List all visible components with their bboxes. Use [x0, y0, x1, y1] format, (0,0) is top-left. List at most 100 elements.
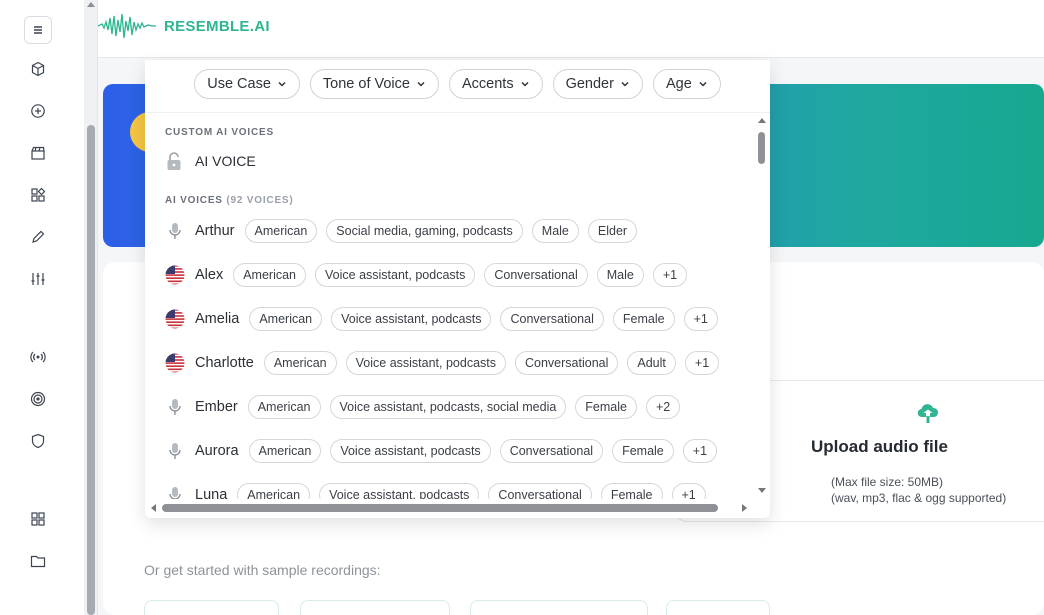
ai-voices-count: (92 VOICES) — [226, 195, 294, 206]
scroll-up-arrow-icon[interactable] — [758, 118, 766, 123]
grid-icon[interactable] — [24, 505, 52, 533]
more-tags-badge[interactable]: +1 — [671, 483, 706, 499]
cube-icon[interactable] — [24, 55, 52, 83]
voice-tag: Female — [612, 439, 674, 463]
sample-chip[interactable] — [470, 600, 648, 615]
voice-tag: Female — [575, 395, 637, 419]
left-nav-rail — [0, 0, 84, 615]
voice-tag: Voice assistant, podcasts — [330, 439, 491, 463]
us-flag-icon — [165, 353, 185, 373]
voice-tag: Voice assistant, podcasts — [319, 483, 480, 499]
voice-tag: Voice assistant, podcasts — [345, 351, 506, 375]
filter-bar: Use Case Tone of Voice Accents Gender Ag… — [145, 60, 770, 113]
filter-gender[interactable]: Gender — [552, 69, 643, 99]
microphone-icon — [165, 485, 185, 499]
voice-row-alex[interactable]: Alex American Voice assistant, podcasts Con… — [165, 261, 696, 289]
voice-tag: American — [263, 351, 337, 375]
shield-icon[interactable] — [24, 427, 52, 455]
pencil-icon[interactable] — [24, 223, 52, 251]
more-tags-badge[interactable]: +1 — [683, 307, 718, 331]
sample-chip[interactable] — [300, 600, 450, 615]
voice-name: Luna — [195, 487, 228, 499]
ai-voices-label: AI VOICES — [165, 195, 223, 206]
voice-row-aurora[interactable]: Aurora American Voice assistant, podcasts C… — [165, 437, 726, 465]
voice-name: Arthur — [195, 223, 235, 239]
sample-chip[interactable] — [144, 600, 279, 615]
hscroll-thumb[interactable] — [162, 504, 718, 512]
voice-name: Amelia — [195, 311, 240, 327]
chevron-down-icon — [278, 81, 286, 87]
custom-voices-heading: CUSTOM AI VOICES — [165, 127, 274, 138]
chevron-down-icon — [417, 81, 425, 87]
voice-tag: Voice assistant, podcasts, social media — [329, 395, 567, 419]
voice-tag: American — [237, 483, 311, 499]
filter-label: Use Case — [207, 76, 271, 92]
microphone-icon — [165, 397, 185, 417]
voice-tag: Male — [596, 263, 644, 287]
voice-tag: Adult — [627, 351, 676, 375]
voice-picker-dropdown: Use Case Tone of Voice Accents Gender Ag… — [145, 60, 770, 518]
broadcast-icon[interactable] — [24, 343, 52, 371]
voice-row-luna[interactable]: Luna American Voice assistant, podcasts Con… — [165, 481, 715, 499]
plus-circle-icon[interactable] — [24, 97, 52, 125]
voice-list: CUSTOM AI VOICES AI VOICE AI VOICES (92 … — [145, 114, 757, 499]
voice-tag: Male — [531, 219, 579, 243]
more-tags-badge[interactable]: +1 — [652, 263, 688, 287]
filter-tone-of-voice[interactable]: Tone of Voice — [309, 69, 439, 99]
chevron-down-icon — [521, 81, 529, 87]
voice-tag: Conversational — [515, 351, 619, 375]
voice-tag: Conversational — [484, 263, 588, 287]
vscroll-thumb[interactable] — [758, 132, 765, 164]
scroll-right-arrow-icon[interactable] — [742, 504, 747, 512]
logo-text: RESEMBLE.AI — [164, 17, 270, 35]
voice-tag: American — [247, 395, 321, 419]
chevron-down-icon — [699, 81, 707, 87]
voice-list-hscroll[interactable] — [145, 501, 757, 515]
microphone-icon — [165, 441, 185, 461]
waveform-logo-icon — [98, 13, 156, 39]
voice-tag: Conversational — [500, 307, 604, 331]
voice-tag: Conversational — [488, 483, 592, 499]
more-tags-badge[interactable]: +2 — [645, 395, 681, 419]
voice-row-amelia[interactable]: Amelia American Voice assistant, podcasts C… — [165, 305, 727, 333]
more-tags-badge[interactable]: +1 — [682, 439, 718, 463]
voice-tag: Female — [612, 307, 675, 331]
folder-icon[interactable] — [24, 547, 52, 575]
sample-recordings-label: Or get started with sample recordings: — [144, 562, 381, 578]
target-icon[interactable] — [24, 385, 52, 413]
scroll-up-arrow-icon[interactable] — [87, 2, 95, 7]
voice-row-charlotte[interactable]: Charlotte American Voice assistant, podcas… — [165, 349, 728, 377]
widgets-icon[interactable] — [24, 181, 52, 209]
voice-name: Alex — [195, 267, 224, 283]
voice-row-ember[interactable]: Ember American Voice assistant, podcasts, … — [165, 393, 689, 421]
chevron-down-icon — [621, 81, 629, 87]
custom-voice-label: AI VOICE — [195, 153, 256, 169]
lock-icon — [167, 152, 181, 170]
voice-tag: Female — [600, 483, 663, 499]
scroll-down-arrow-icon[interactable] — [758, 488, 766, 493]
voice-tag: Social media, gaming, podcasts — [326, 219, 523, 243]
cloud-upload-icon — [917, 404, 939, 423]
filter-label: Gender — [565, 76, 614, 92]
logo[interactable]: RESEMBLE.AI — [98, 12, 270, 40]
voice-list-vscroll[interactable] — [755, 118, 769, 500]
filter-use-case[interactable]: Use Case — [194, 69, 300, 99]
scroll-left-arrow-icon[interactable] — [151, 504, 156, 512]
voice-tag: American — [248, 439, 322, 463]
clapperboard-icon[interactable] — [24, 139, 52, 167]
filter-label: Tone of Voice — [322, 76, 410, 92]
sliders-icon[interactable] — [24, 265, 52, 293]
filter-age[interactable]: Age — [652, 69, 721, 99]
menu-icon[interactable] — [24, 16, 52, 44]
page-scrollbar-thumb[interactable] — [87, 125, 95, 615]
more-tags-badge[interactable]: +1 — [684, 351, 720, 375]
voice-row-arthur[interactable]: Arthur American Social media, gaming, podc… — [165, 217, 646, 245]
sample-chip[interactable] — [666, 600, 770, 615]
custom-voice-item[interactable]: AI VOICE — [165, 151, 256, 171]
filter-label: Accents — [461, 76, 514, 92]
filter-accents[interactable]: Accents — [448, 69, 543, 99]
voice-tag: Voice assistant, podcasts — [331, 307, 492, 331]
voice-tag: American — [244, 219, 318, 243]
microphone-icon — [165, 221, 185, 241]
page-scrollbar[interactable] — [84, 0, 98, 615]
